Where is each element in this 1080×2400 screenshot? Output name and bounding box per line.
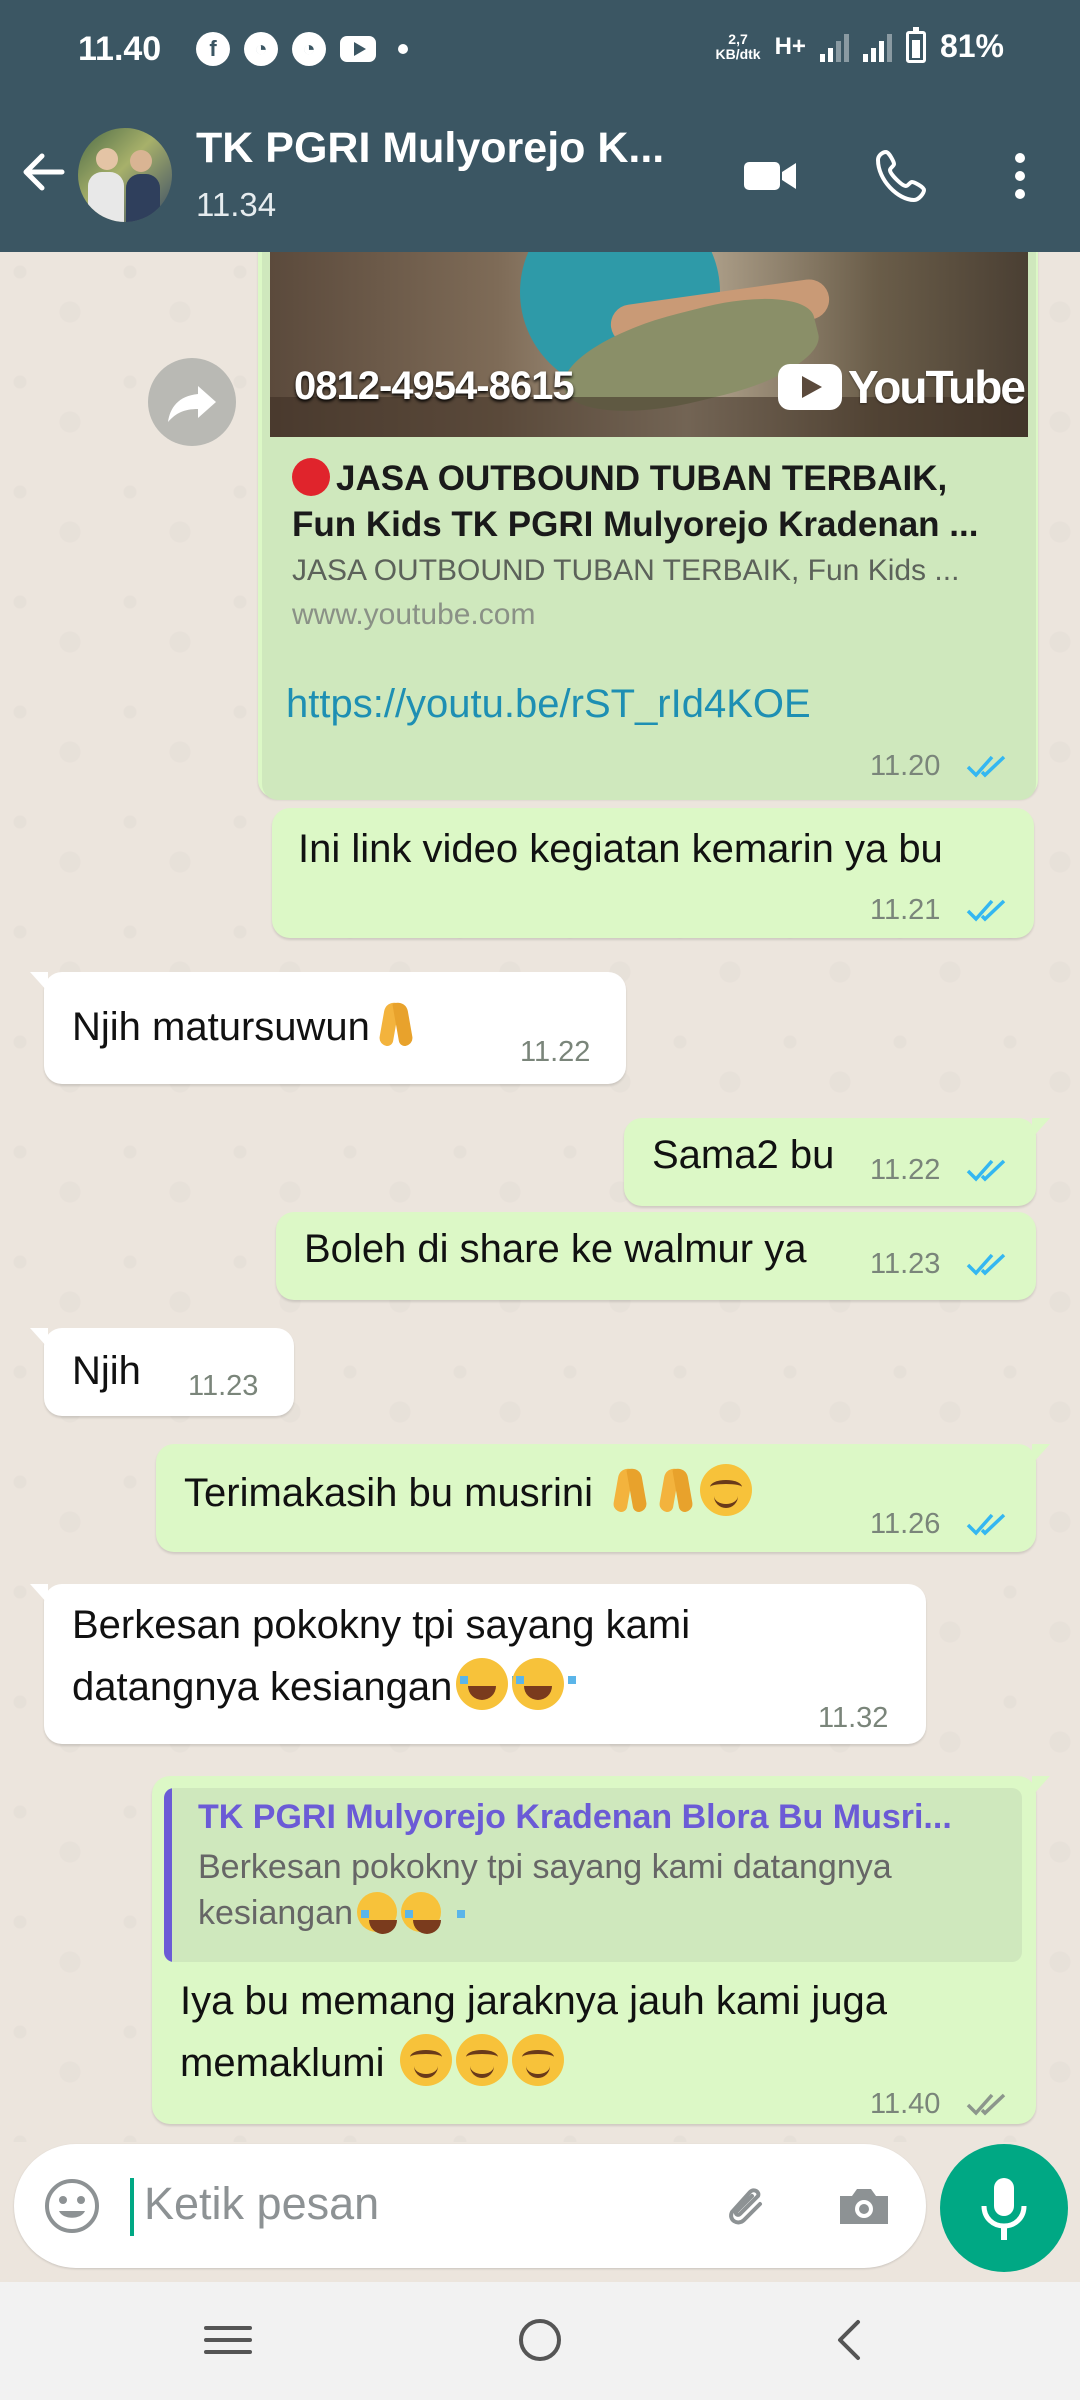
- tears-of-joy-emoji: [456, 1658, 521, 1710]
- battery-icon: [905, 26, 926, 63]
- quoted-message[interactable]: TK PGRI Mulyorejo Kradenan Blora Bu Musr…: [164, 1788, 1022, 1962]
- system-status: 2,7 KB/dtk H+ 81%: [715, 26, 1004, 65]
- chat-header: TK PGRI Mulyorejo K... 11.34: [0, 100, 1080, 252]
- message-time: 11.26: [870, 1508, 941, 1540]
- message-link[interactable]: https://youtu.be/rST_rId4KOE: [286, 682, 811, 727]
- facebook-icon: f: [196, 32, 230, 66]
- quoted-sender: TK PGRI Mulyorejo Kradenan Blora Bu Musr…: [198, 1798, 952, 1836]
- read-ticks-icon: [966, 1513, 1006, 1536]
- message-time: 11.22: [520, 1036, 591, 1068]
- red-circle-icon: [292, 458, 330, 496]
- video-call-icon[interactable]: [740, 146, 800, 206]
- youtube-icon: [340, 36, 376, 62]
- link-preview-title: JASA OUTBOUND TUBAN TERBAIK, Fun Kids TK…: [292, 458, 979, 544]
- message-input-bar: Ketik pesan: [14, 2144, 926, 2268]
- attach-icon[interactable]: [716, 2176, 776, 2236]
- last-seen: 11.34: [196, 186, 277, 223]
- message-time: 11.22: [870, 1154, 941, 1186]
- smiling-face-emoji: [455, 2034, 508, 2086]
- notification-icons: f ◔ ◔: [196, 32, 408, 66]
- read-ticks-icon: [966, 1253, 1006, 1276]
- tears-of-joy-emoji: [357, 1892, 422, 1934]
- mic-icon: [981, 2178, 1027, 2240]
- message-time: 11.23: [870, 1248, 941, 1280]
- status-time: 11.40: [78, 30, 162, 68]
- folded-hands-emoji: [376, 998, 416, 1050]
- folded-hands-emoji: [656, 1464, 696, 1516]
- smiling-face-emoji: [700, 1464, 753, 1516]
- network-speed: 2,7 KB/dtk: [715, 30, 761, 62]
- more-vert-icon[interactable]: [990, 146, 1050, 206]
- recent-apps-icon[interactable]: [198, 2310, 258, 2370]
- dot-icon: [398, 44, 408, 54]
- message-time: 11.23: [188, 1370, 259, 1402]
- tears-of-joy-emoji: [512, 1658, 577, 1710]
- back-icon[interactable]: [822, 2310, 882, 2370]
- battery-percent: 81%: [939, 28, 1004, 64]
- link-preview-description: JASA OUTBOUND TUBAN TERBAIK, Fun Kids ..…: [292, 554, 960, 587]
- quoted-text: Berkesan pokokny tpi sayang kami datangn…: [198, 1848, 892, 1934]
- youtube-play-icon: [778, 364, 842, 410]
- read-ticks-icon: [966, 755, 1006, 778]
- camera-icon[interactable]: [834, 2176, 894, 2236]
- delivered-ticks-icon: [966, 2093, 1006, 2116]
- tears-of-joy-emoji: [401, 1892, 466, 1934]
- smiling-face-emoji: [399, 2034, 452, 2086]
- read-ticks-icon: [966, 1159, 1006, 1182]
- smiling-face-emoji: [511, 2034, 564, 2086]
- system-nav-bar: [0, 2282, 1080, 2400]
- signal-icon: [862, 32, 892, 62]
- forward-button[interactable]: [148, 358, 236, 446]
- message-input[interactable]: Ketik pesan: [144, 2178, 379, 2230]
- text-caret: [130, 2178, 134, 2236]
- message-time: 11.40: [870, 2088, 941, 2120]
- phone-icon[interactable]: [872, 146, 932, 206]
- status-bar: 11.40 f ◔ ◔ 2,7 KB/dtk H+ 81%: [0, 0, 1080, 100]
- thumbnail-phone-text: 0812-4954-8615: [294, 364, 575, 408]
- message-text: Njih matursuwun: [72, 996, 416, 1058]
- forward-icon: [168, 386, 216, 422]
- youtube-logo: YouTube: [778, 360, 1026, 414]
- chat-title[interactable]: TK PGRI Mulyorejo K...: [196, 124, 664, 173]
- message-list[interactable]: 0812-4954-8615 YouTube JASA OUTBOUND TUB…: [0, 252, 1080, 2142]
- avatar[interactable]: [78, 128, 172, 222]
- message-text: Terimakasih bu musrini: [184, 1462, 753, 1524]
- speed-gauge-icon: ◔: [292, 32, 326, 66]
- message-time: 11.21: [870, 894, 941, 926]
- message-time: 11.32: [818, 1702, 889, 1734]
- mic-button[interactable]: [940, 2144, 1068, 2272]
- message-text: Sama2 bu: [652, 1133, 835, 1177]
- link-preview-domain: www.youtube.com: [292, 598, 536, 631]
- message-time: 11.20: [870, 750, 941, 782]
- back-arrow-icon[interactable]: [14, 142, 74, 202]
- signal-icon: [819, 32, 849, 62]
- message-text: Iya bu memang jaraknya jauh kami juga me…: [180, 1979, 888, 2086]
- message-text: Berkesan pokokny tpi sayang kami datangn…: [72, 1603, 691, 1710]
- video-thumbnail[interactable]: 0812-4954-8615 YouTube: [270, 252, 1028, 437]
- message-text: Boleh di share ke walmur ya: [304, 1227, 807, 1271]
- speed-gauge-icon: ◔: [244, 32, 278, 66]
- folded-hands-emoji: [610, 1464, 650, 1516]
- home-icon[interactable]: [510, 2310, 570, 2370]
- message-text: Ini link video kegiatan kemarin ya bu: [298, 827, 943, 871]
- message-text: Njih: [72, 1349, 141, 1393]
- emoji-icon[interactable]: [42, 2176, 102, 2236]
- network-type: H+: [774, 32, 806, 60]
- read-ticks-icon: [966, 899, 1006, 922]
